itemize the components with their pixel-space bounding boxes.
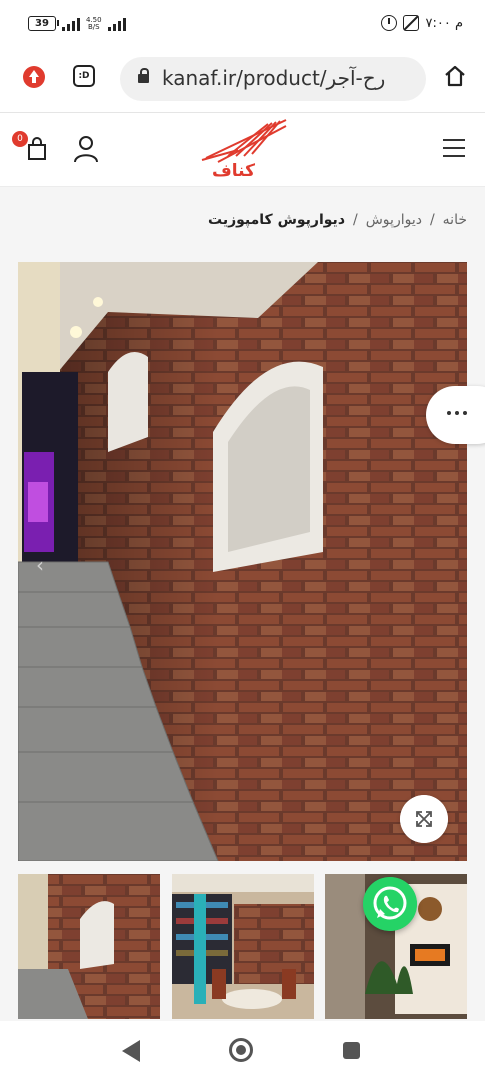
cart-count-badge: 0 (12, 131, 28, 147)
breadcrumb-category[interactable]: دیوارپوش (366, 212, 422, 228)
signal-icon-2 (107, 17, 126, 31)
url-text: kanaf.ir/product/رح-آجر (162, 66, 386, 90)
recent-apps-icon[interactable] (343, 1042, 360, 1059)
gallery-prev-icon[interactable]: ‹ (36, 553, 44, 577)
breadcrumb-separator: / (429, 212, 435, 228)
home-nav-icon[interactable] (229, 1038, 253, 1062)
hamburger-menu-icon[interactable] (443, 139, 465, 157)
browser-toolbar: :D kanaf.ir/product/رح-آجر (0, 52, 485, 113)
status-right: ۷:۰۰ م (381, 15, 463, 31)
cart-icon[interactable] (26, 137, 48, 161)
home-icon[interactable] (443, 64, 467, 88)
product-main-image[interactable] (18, 262, 467, 861)
breadcrumb-home[interactable]: خانه (443, 212, 467, 228)
status-time: ۷:۰۰ م (425, 15, 463, 31)
lock-icon (138, 68, 149, 83)
more-options-button[interactable] (426, 386, 485, 444)
breadcrumb: خانه / دیوارپوش / دیوارپوش کامپوزیت (208, 212, 467, 228)
gallery-thumbnail-1[interactable] (18, 874, 160, 1019)
logo-text: کناف (212, 161, 255, 181)
back-icon[interactable] (122, 1040, 140, 1062)
breadcrumb-current: دیوارپوش کامپوزیت (208, 212, 345, 228)
expand-icon[interactable] (400, 795, 448, 843)
user-icon[interactable] (73, 135, 99, 163)
alarm-icon (381, 15, 398, 31)
breadcrumb-separator: / (353, 212, 358, 228)
status-bar: 39 4.50 B/S ۷:۰۰ م (0, 0, 485, 52)
mute-icon (403, 15, 420, 31)
upload-icon[interactable] (23, 66, 45, 88)
address-bar[interactable]: kanaf.ir/product/رح-آجر (120, 57, 426, 101)
status-left: 39 4.50 B/S (28, 16, 126, 31)
whatsapp-icon[interactable] (363, 877, 417, 931)
tab-switcher-button[interactable]: :D (73, 65, 95, 87)
system-nav-bar (0, 1021, 485, 1080)
network-speed: 4.50 B/S (86, 15, 102, 31)
signal-icon (62, 17, 80, 31)
site-logo[interactable]: کناف (198, 118, 288, 182)
gallery-thumbnail-2[interactable] (172, 874, 314, 1019)
battery-indicator: 39 (28, 16, 59, 31)
